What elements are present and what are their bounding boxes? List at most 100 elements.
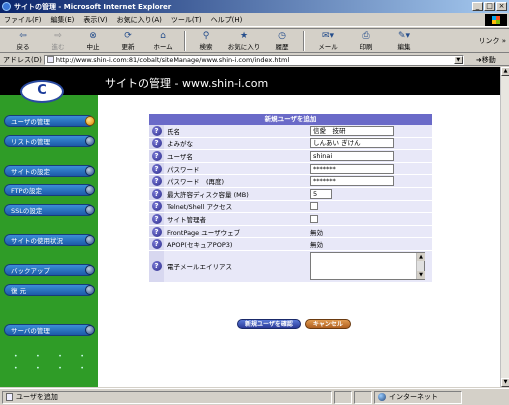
close-button[interactable]: × bbox=[496, 2, 507, 11]
form-row-frontpage: ? FrontPage ユーザウェブ 無効 bbox=[149, 225, 432, 239]
help-icon[interactable]: ? bbox=[151, 201, 162, 212]
go-button[interactable]: ➜移動 bbox=[476, 55, 496, 65]
address-url[interactable]: http://www.shin-i.com:81/cobalt/siteMana… bbox=[56, 56, 454, 64]
site-admin-checkbox[interactable] bbox=[310, 214, 318, 223]
search-button[interactable]: ⚲ 検索 bbox=[189, 31, 223, 51]
help-icon[interactable]: ? bbox=[151, 150, 162, 161]
globe-icon bbox=[378, 393, 386, 401]
nav-ball-icon bbox=[85, 116, 95, 126]
minimize-button[interactable]: _ bbox=[472, 2, 483, 11]
email-alias-textarea[interactable]: ▲ ▼ bbox=[310, 252, 425, 281]
edit-label: 編集 bbox=[397, 42, 411, 51]
help-icon[interactable]: ? bbox=[151, 213, 162, 224]
form-row-quota: ? 最大許容ディスク容量 (MB) 5 bbox=[149, 187, 432, 201]
page-scrollbar[interactable]: ▲ ▼ bbox=[500, 67, 509, 387]
menu-view[interactable]: 表示(V) bbox=[83, 15, 107, 25]
reading-input[interactable]: しんあい ぎけん bbox=[310, 138, 394, 149]
sidebar-item-ssl-settings[interactable]: SSLの設定 bbox=[4, 204, 95, 216]
home-button[interactable]: ⌂ ホーム bbox=[146, 31, 180, 51]
sidebar-item-restore[interactable]: 復 元 bbox=[4, 284, 95, 296]
field-label: 電子メールエイリアス bbox=[164, 250, 306, 282]
site-title: サイトの管理 - www.shin-i.com bbox=[105, 77, 269, 90]
field-label: パスワード (再度) bbox=[164, 175, 306, 187]
links-button[interactable]: リンク » bbox=[478, 36, 506, 46]
form-buttons: 新規ユーザを確認 キャンセル bbox=[237, 319, 351, 329]
sidebar-item-ftp-settings[interactable]: FTPの設定 bbox=[4, 184, 95, 196]
stop-icon: ⊗ bbox=[89, 30, 97, 41]
search-icon: ⚲ bbox=[202, 30, 210, 41]
telnet-checkbox[interactable] bbox=[310, 202, 318, 211]
fullname-input[interactable]: 信愛 技研 bbox=[310, 125, 394, 136]
field-label: 最大許容ディスク容量 (MB) bbox=[164, 187, 306, 200]
address-input[interactable]: http://www.shin-i.com:81/cobalt/siteMana… bbox=[43, 54, 464, 65]
menu-tools[interactable]: ツール(T) bbox=[171, 15, 202, 25]
help-icon[interactable]: ? bbox=[151, 188, 162, 199]
password-input[interactable]: ******* bbox=[310, 163, 394, 174]
password-confirm-input[interactable]: ******* bbox=[310, 176, 394, 187]
status-text-cell: ユーザを追加 bbox=[2, 390, 332, 404]
apop-value: 無効 bbox=[306, 238, 432, 250]
status-cell bbox=[334, 390, 352, 404]
toolbar-separator bbox=[303, 30, 305, 51]
refresh-label: 更新 bbox=[121, 42, 135, 51]
field-label: サイト管理者 bbox=[164, 213, 306, 225]
scroll-up-icon[interactable]: ▲ bbox=[501, 67, 509, 76]
scroll-up-icon[interactable]: ▲ bbox=[417, 253, 425, 262]
help-icon[interactable]: ? bbox=[151, 176, 162, 187]
frontpage-value: 無効 bbox=[306, 225, 432, 238]
refresh-button[interactable]: ⟳ 更新 bbox=[111, 31, 145, 51]
textarea-scrollbar[interactable]: ▲ ▼ bbox=[416, 253, 425, 280]
nav-ball-icon bbox=[85, 235, 95, 245]
page-content: サイトの管理 - www.shin-i.com ユーザの管理 リストの管理 サイ… bbox=[0, 67, 500, 387]
form-row-site-admin: ? サイト管理者 bbox=[149, 213, 432, 226]
help-icon[interactable]: ? bbox=[151, 239, 162, 250]
menu-help[interactable]: ヘルプ(H) bbox=[211, 15, 243, 25]
history-icon: ◷ bbox=[278, 30, 286, 41]
sidebar-item-server-management[interactable]: サーバの管理 bbox=[4, 324, 95, 336]
nav-ball-icon bbox=[85, 136, 95, 146]
help-icon[interactable]: ? bbox=[151, 163, 162, 174]
quota-input[interactable]: 5 bbox=[310, 188, 332, 199]
sidebar-item-list-management[interactable]: リストの管理 bbox=[4, 135, 95, 147]
forward-arrow-icon: ⇨ bbox=[54, 30, 62, 41]
forward-button[interactable]: ⇨ 進む bbox=[41, 31, 75, 51]
username-input[interactable]: shinai bbox=[310, 150, 394, 161]
maximize-button[interactable]: □ bbox=[484, 2, 495, 11]
scroll-down-icon[interactable]: ▼ bbox=[501, 378, 509, 387]
menu-file[interactable]: ファイル(F) bbox=[4, 15, 42, 25]
scroll-down-icon[interactable]: ▼ bbox=[417, 271, 425, 280]
mail-button[interactable]: ✉▾ メール bbox=[308, 31, 348, 51]
stop-button[interactable]: ⊗ 中止 bbox=[76, 31, 110, 51]
toolbar: ⇦ 戻る ⇨ 進む ⊗ 中止 ⟳ 更新 ⌂ ホーム ⚲ 検索 ★ お気に入り ◷… bbox=[0, 28, 509, 53]
back-button[interactable]: ⇦ 戻る bbox=[6, 31, 40, 51]
print-button[interactable]: ⎙ 印刷 bbox=[349, 31, 383, 51]
help-icon[interactable]: ? bbox=[151, 261, 162, 272]
menu-favorites[interactable]: お気に入り(A) bbox=[117, 15, 162, 25]
zone-text: インターネット bbox=[389, 393, 438, 401]
history-button[interactable]: ◷ 履歴 bbox=[265, 31, 299, 51]
help-icon[interactable]: ? bbox=[151, 125, 162, 136]
help-icon[interactable]: ? bbox=[151, 226, 162, 237]
sidebar-item-site-settings[interactable]: サイトの設定 bbox=[4, 165, 95, 177]
field-label: パスワード bbox=[164, 162, 306, 175]
cancel-button[interactable]: キャンセル bbox=[304, 319, 351, 329]
help-icon[interactable]: ? bbox=[151, 138, 162, 149]
address-bar: アドレス(D) http://www.shin-i.com:81/cobalt/… bbox=[0, 54, 509, 66]
search-label: 検索 bbox=[199, 42, 213, 51]
favorites-label: お気に入り bbox=[227, 42, 261, 51]
confirm-new-user-button[interactable]: 新規ユーザを確認 bbox=[237, 319, 301, 329]
sidebar-item-site-usage[interactable]: サイトの使用状況 bbox=[4, 234, 95, 246]
site-header: サイトの管理 - www.shin-i.com bbox=[0, 67, 500, 95]
form-row-username: ? ユーザ名 shinai bbox=[149, 150, 432, 163]
menu-edit[interactable]: 編集(E) bbox=[51, 15, 75, 25]
sidebar-item-user-management[interactable]: ユーザの管理 bbox=[4, 115, 95, 127]
address-dropdown-icon[interactable]: ▼ bbox=[453, 55, 463, 64]
sidebar-item-backup[interactable]: バックアップ bbox=[4, 264, 95, 276]
window-title-bar[interactable]: サイトの管理 - Microsoft Internet Explorer _ □… bbox=[0, 0, 509, 13]
form-row-password: ? パスワード ******* bbox=[149, 162, 432, 176]
status-bar: ユーザを追加 インターネット bbox=[0, 388, 509, 405]
favorites-button[interactable]: ★ お気に入り bbox=[224, 31, 264, 51]
status-cell bbox=[354, 390, 372, 404]
cobalt-logo bbox=[20, 80, 64, 103]
edit-button[interactable]: ✎▾ 編集 bbox=[384, 31, 424, 51]
